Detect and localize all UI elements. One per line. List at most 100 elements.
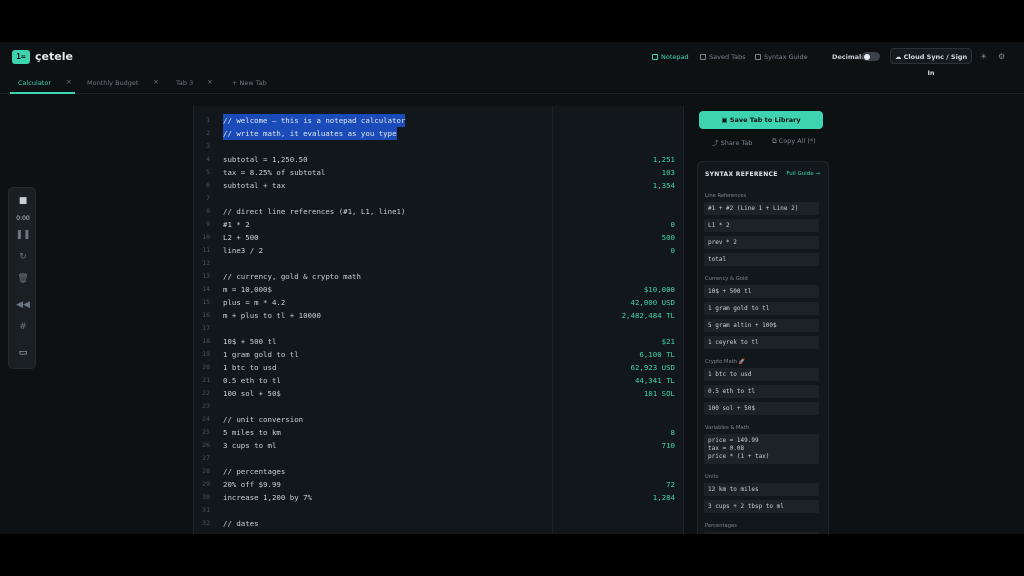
- editor-line[interactable]: 3: [194, 140, 683, 153]
- line-expression[interactable]: 10$ + 500 tl: [223, 335, 276, 348]
- editor-line[interactable]: 24 // unit conversion: [194, 413, 683, 426]
- editor-line[interactable]: 15 plus = m * 4.2 42,000 USD: [194, 296, 683, 309]
- line-expression[interactable]: m = 10,000$: [223, 283, 272, 296]
- line-expression[interactable]: 20% off $9.99: [223, 478, 281, 491]
- line-expression[interactable]: // dates: [223, 517, 259, 530]
- editor-line[interactable]: 28 // percentages: [194, 465, 683, 478]
- editor-line[interactable]: 27: [194, 452, 683, 465]
- line-expression[interactable]: 5 miles to km: [223, 426, 281, 439]
- editor-line[interactable]: 2 // write math, it evaluates as you type: [194, 127, 683, 140]
- restart-icon[interactable]: ↻: [9, 252, 37, 262]
- editor-line[interactable]: 32 // dates: [194, 517, 683, 530]
- line-expression[interactable]: // currency, gold & crypto math: [223, 270, 361, 283]
- editor-line[interactable]: 26 3 cups to ml 710: [194, 439, 683, 452]
- tab-calculator[interactable]: Calculator: [18, 79, 51, 87]
- close-icon[interactable]: ×: [153, 78, 159, 86]
- line-expression[interactable]: 3 cups to ml: [223, 439, 276, 452]
- line-number: 19: [202, 350, 210, 358]
- line-expression[interactable]: // welcome — this is a notepad calculato…: [223, 114, 406, 127]
- line-expression[interactable]: // direct line references (#1, L1, line1…: [223, 205, 405, 218]
- line-expression[interactable]: subtotal = 1,250.50: [223, 153, 308, 166]
- editor-line[interactable]: 6 subtotal + tax 1,354: [194, 179, 683, 192]
- editor-line[interactable]: 18 10$ + 500 tl $21: [194, 335, 683, 348]
- new-tab-button[interactable]: + New Tab: [232, 79, 267, 87]
- editor-line[interactable]: 7: [194, 192, 683, 205]
- line-expression[interactable]: // percentages: [223, 465, 285, 478]
- line-expression[interactable]: #1 * 2: [223, 218, 250, 231]
- editor-line[interactable]: 1 // welcome — this is a notepad calculat…: [194, 114, 683, 127]
- line-expression[interactable]: // unit conversion: [223, 413, 303, 426]
- editor-line[interactable]: 19 1 gram gold to tl 6,100 TL: [194, 348, 683, 361]
- syntax-example[interactable]: total: [704, 253, 819, 266]
- full-guide-link[interactable]: Full Guide →: [786, 171, 820, 177]
- syntax-example[interactable]: 0.5 eth to tl: [704, 385, 819, 398]
- decimals-toggle[interactable]: [862, 52, 880, 61]
- editor-line[interactable]: 16 m + plus to tl + 10000 2,482,484 TL: [194, 309, 683, 322]
- syntax-example[interactable]: 3 cups + 2 tbsp to ml: [704, 500, 819, 513]
- save-tab-button[interactable]: ▣ Save Tab to Library: [699, 111, 823, 129]
- syntax-example[interactable]: 12 km to miles: [704, 483, 819, 496]
- calculator-editor[interactable]: 1 // welcome — this is a notepad calculat…: [193, 106, 684, 534]
- syntax-example[interactable]: 10$ + 500 tl: [704, 285, 819, 298]
- stop-icon[interactable]: ■: [9, 196, 37, 206]
- editor-line[interactable]: 25 5 miles to km 8: [194, 426, 683, 439]
- line-expression[interactable]: line3 / 2: [223, 244, 263, 257]
- grid-icon[interactable]: #: [9, 322, 37, 332]
- close-icon[interactable]: ×: [66, 78, 72, 86]
- editor-line[interactable]: 23: [194, 400, 683, 413]
- pause-icon[interactable]: ❚❚: [9, 230, 37, 240]
- trash-icon[interactable]: 🗑: [9, 274, 37, 284]
- line-expression[interactable]: // write math, it evaluates as you type: [223, 127, 397, 140]
- share-tab-button[interactable]: ⤴ Share Tab: [712, 137, 752, 147]
- editor-line[interactable]: 29 20% off $9.99 72: [194, 478, 683, 491]
- editor-line[interactable]: 8 // direct line references (#1, L1, line…: [194, 205, 683, 218]
- cloud-sync-button[interactable]: ☁ Cloud Sync / Sign In: [890, 48, 972, 77]
- editor-line[interactable]: 30 increase 1,200 by 7% 1,284: [194, 491, 683, 504]
- line-expression[interactable]: plus = m * 4.2: [223, 296, 285, 309]
- editor-line[interactable]: 9 #1 * 2 0: [194, 218, 683, 231]
- line-expression[interactable]: L2 + 500: [223, 231, 259, 244]
- copy-all-button[interactable]: ⧉ Copy All (*): [772, 137, 816, 146]
- editor-line[interactable]: 13 // currency, gold & crypto math: [194, 270, 683, 283]
- nav-notepad[interactable]: Notepad: [652, 53, 689, 61]
- editor-line[interactable]: 4 subtotal = 1,250.50 1,251: [194, 153, 683, 166]
- gear-icon[interactable]: ⚙: [998, 52, 1005, 61]
- syntax-example[interactable]: L1 * 2: [704, 219, 819, 232]
- line-expression[interactable]: increase 1,200 by 7%: [223, 491, 312, 504]
- line-expression[interactable]: 100 sol + 50$: [223, 387, 281, 400]
- editor-line[interactable]: 14 m = 10,000$ $10,000: [194, 283, 683, 296]
- syntax-example[interactable]: 1 gram gold to tl: [704, 302, 819, 315]
- syntax-example[interactable]: 1 ceyrek to tl: [704, 336, 819, 349]
- syntax-example[interactable]: #1 + #2 (Line 1 + Line 2): [704, 202, 819, 215]
- line-expression[interactable]: 0.5 eth to tl: [223, 374, 281, 387]
- syntax-example[interactable]: 10% of 240: [704, 532, 819, 534]
- nav-saved-tabs[interactable]: Saved Tabs: [700, 53, 746, 61]
- close-icon[interactable]: ×: [207, 78, 213, 86]
- editor-line[interactable]: 5 tax = 8.25% of subtotal 103: [194, 166, 683, 179]
- line-result: 500: [661, 233, 675, 242]
- editor-line[interactable]: 20 1 btc to usd 62,923 USD: [194, 361, 683, 374]
- editor-line[interactable]: 12: [194, 257, 683, 270]
- editor-line[interactable]: 11 line3 / 2 0: [194, 244, 683, 257]
- nav-syntax-guide[interactable]: Syntax Guide: [755, 53, 808, 61]
- line-expression[interactable]: 1 btc to usd: [223, 361, 276, 374]
- syntax-example[interactable]: price = 149.99 tax = 0.08 price * (1 + t…: [704, 434, 819, 464]
- camera-icon[interactable]: ▭: [9, 348, 37, 358]
- syntax-example[interactable]: 1 btc to usd: [704, 368, 819, 381]
- rewind-icon[interactable]: ◀◀: [9, 300, 37, 310]
- editor-line[interactable]: 31: [194, 504, 683, 517]
- editor-line[interactable]: 10 L2 + 500 500: [194, 231, 683, 244]
- syntax-example[interactable]: 5 gram altin + 100$: [704, 319, 819, 332]
- editor-line[interactable]: 21 0.5 eth to tl 44,341 TL: [194, 374, 683, 387]
- syntax-example[interactable]: 100 sol + 50$: [704, 402, 819, 415]
- theme-icon[interactable]: ☀: [980, 52, 987, 61]
- editor-line[interactable]: 22 100 sol + 50$ 101 SOL: [194, 387, 683, 400]
- line-expression[interactable]: subtotal + tax: [223, 179, 285, 192]
- tab-monthly-budget[interactable]: Monthly Budget: [87, 79, 138, 87]
- line-expression[interactable]: tax = 8.25% of subtotal: [223, 166, 325, 179]
- syntax-example[interactable]: prev * 2: [704, 236, 819, 249]
- tab-3[interactable]: Tab 3: [176, 79, 193, 87]
- line-expression[interactable]: 1 gram gold to tl: [223, 348, 299, 361]
- line-expression[interactable]: m + plus to tl + 10000: [223, 309, 321, 322]
- editor-line[interactable]: 17: [194, 322, 683, 335]
